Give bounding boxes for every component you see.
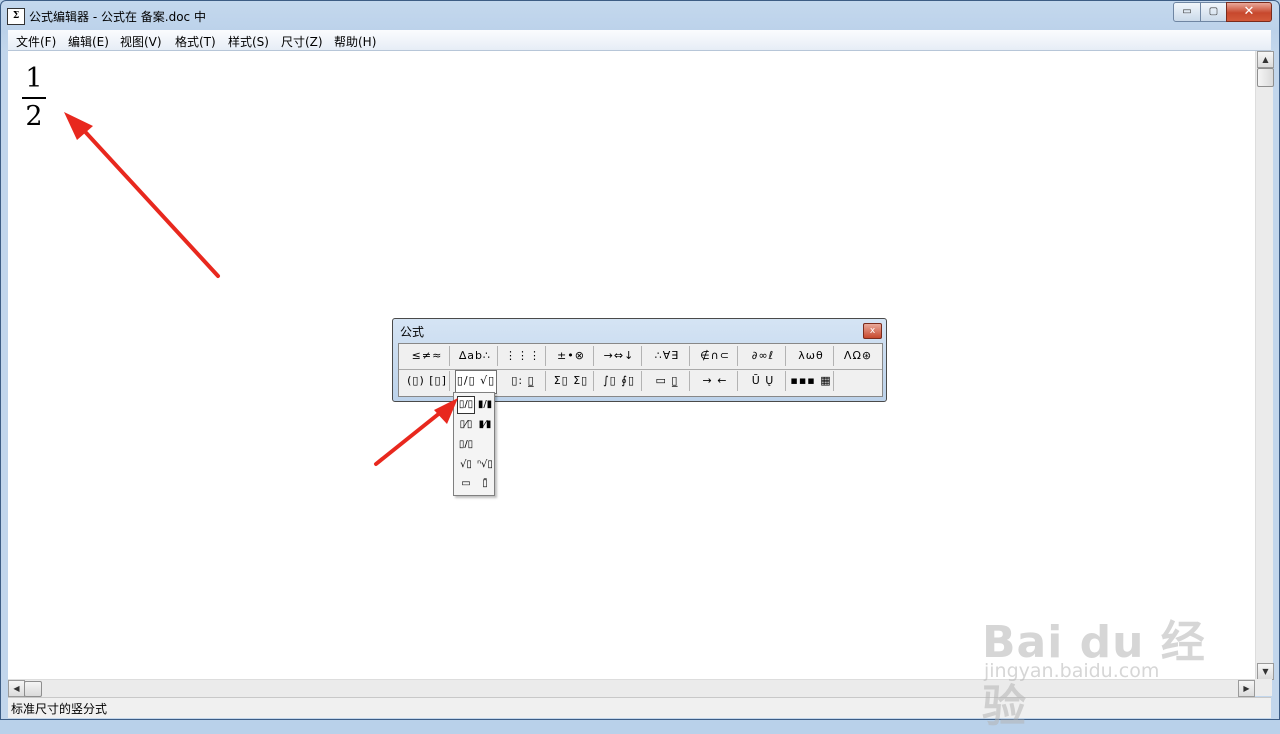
menu-style[interactable]: 样式(S)	[228, 33, 269, 50]
window-title: 公式编辑器 - 公式在 备案.doc 中	[29, 10, 206, 24]
subscript-superscript-templates-button[interactable]: ▯: ▯̲	[501, 371, 546, 391]
matrix-templates-button[interactable]: ▪▪▪ ▦	[789, 371, 834, 391]
palette-grid: ≤≠≈ ∆ab∴ ⋮⋮⋮ ±•⊗ →⇔↓ ∴∀∃ ∉∩⊂ ∂∞ℓ λωθ ΛΩ⊛…	[398, 343, 883, 397]
nth-root-template[interactable]: ⁿ√▯	[476, 456, 494, 474]
logical-symbols-button[interactable]: ∴∀∃	[645, 346, 690, 366]
menu-view[interactable]: 视图(V)	[120, 33, 162, 50]
fraction-bar	[22, 97, 46, 99]
misc-symbols-button[interactable]: ∂∞ℓ	[741, 346, 786, 366]
close-button[interactable]: ✕	[1226, 2, 1272, 22]
minimize-button[interactable]: ▭	[1173, 2, 1201, 22]
menu-file[interactable]: 文件(F)	[16, 33, 56, 50]
products-set-templates-button[interactable]: Ū Ų	[741, 371, 786, 391]
greek-uppercase-button[interactable]: ΛΩ⊛	[837, 346, 879, 366]
underbar-overbar-templates-button[interactable]: ▭ ▯̲	[645, 371, 690, 391]
full-size-vertical-fraction-template[interactable]: ▯/▯	[457, 396, 475, 414]
menu-format[interactable]: 格式(T)	[175, 33, 216, 50]
menu-edit[interactable]: 编辑(E)	[68, 33, 109, 50]
palette-close-button[interactable]: x	[863, 323, 882, 339]
fraction-numerator[interactable]: 1	[22, 63, 46, 95]
status-text: 标准尺寸的竖分式	[11, 702, 108, 716]
maximize-button[interactable]: ▢	[1200, 2, 1227, 22]
square-root-template[interactable]: √▯	[457, 456, 475, 474]
slash-fraction-template[interactable]: ▯⁄▯	[457, 416, 475, 434]
equation-editor-app-icon[interactable]: Σ	[7, 8, 25, 25]
watermark-url: jingyan.baidu.com	[984, 660, 1160, 682]
scrollbar-corner	[1255, 679, 1272, 696]
menu-size[interactable]: 尺寸(Z)	[281, 33, 323, 50]
set-theory-symbols-button[interactable]: ∉∩⊂	[693, 346, 738, 366]
summation-templates-button[interactable]: Σ▯ Σ▯	[549, 371, 594, 391]
scroll-up-icon[interactable]: ▲	[1257, 51, 1274, 68]
fraction-radical-templates-button[interactable]: ▯/▯ √▯	[455, 370, 497, 394]
greek-lowercase-button[interactable]: λωθ	[789, 346, 834, 366]
labeled-arrow-templates-button[interactable]: → ←	[693, 371, 738, 391]
vertical-scroll-thumb[interactable]	[1257, 68, 1274, 87]
small-slash-fraction-template[interactable]: ▮⁄▮	[476, 416, 494, 434]
long-division-bar-template[interactable]: ▯̄	[476, 475, 494, 493]
arrow-symbols-button[interactable]: →⇔↓	[597, 346, 642, 366]
vertical-scrollbar[interactable]: ▲ ▼	[1255, 51, 1274, 680]
horizontal-fraction-template[interactable]: ▯/▯	[457, 436, 475, 454]
menu-help[interactable]: 帮助(H)	[334, 33, 376, 50]
small-vertical-fraction-template[interactable]: ▮/▮	[476, 396, 494, 414]
scroll-left-icon[interactable]: ◀	[8, 680, 25, 697]
palette-title: 公式	[400, 325, 425, 339]
fraction-denominator[interactable]: 2	[22, 101, 46, 133]
scroll-down-icon[interactable]: ▼	[1257, 663, 1274, 680]
equation-palette[interactable]: 公式 x ≤≠≈ ∆ab∴ ⋮⋮⋮ ±•⊗ →⇔↓ ∴∀∃ ∉∩⊂ ∂∞ℓ λω…	[392, 318, 887, 402]
relational-symbols-button[interactable]: ≤≠≈	[405, 346, 450, 366]
long-division-template[interactable]: ▭	[457, 475, 475, 493]
embellishments-button[interactable]: ⋮⋮⋮	[501, 346, 546, 366]
fence-templates-button[interactable]: (▯) [▯]	[405, 371, 450, 391]
fraction-templates-dropdown: ▯/▯ ▮/▮ ▯⁄▯ ▮⁄▮ ▯/▯ √▯ ⁿ√▯ ▭ ▯̄	[453, 392, 495, 496]
spaces-ellipses-button[interactable]: ∆ab∴	[453, 346, 498, 366]
palette-symbol-row: ≤≠≈ ∆ab∴ ⋮⋮⋮ ±•⊗ →⇔↓ ∴∀∃ ∉∩⊂ ∂∞ℓ λωθ ΛΩ⊛	[399, 344, 882, 370]
horizontal-scroll-thumb[interactable]	[24, 681, 42, 697]
menu-bar: 文件(F) 编辑(E) 视图(V) 格式(T) 样式(S) 尺寸(Z) 帮助(H…	[8, 30, 1271, 51]
fraction-equation[interactable]: 1 2	[22, 63, 46, 133]
scroll-right-icon[interactable]: ▶	[1238, 680, 1255, 697]
operator-symbols-button[interactable]: ±•⊗	[549, 346, 594, 366]
baidu-jingyan-watermark: Bai du 经验 jingyan.baidu.com	[982, 598, 1212, 732]
title-bar[interactable]: Σ 公式编辑器 - 公式在 备案.doc 中 ▭ ▢ ✕	[1, 1, 1279, 29]
integral-templates-button[interactable]: ∫▯ ∮▯	[597, 371, 642, 391]
palette-template-row: (▯) [▯] ▯/▯ √▯ ▯: ▯̲ Σ▯ Σ▯ ∫▯ ∮▯ ▭ ▯̲ → …	[399, 369, 882, 394]
